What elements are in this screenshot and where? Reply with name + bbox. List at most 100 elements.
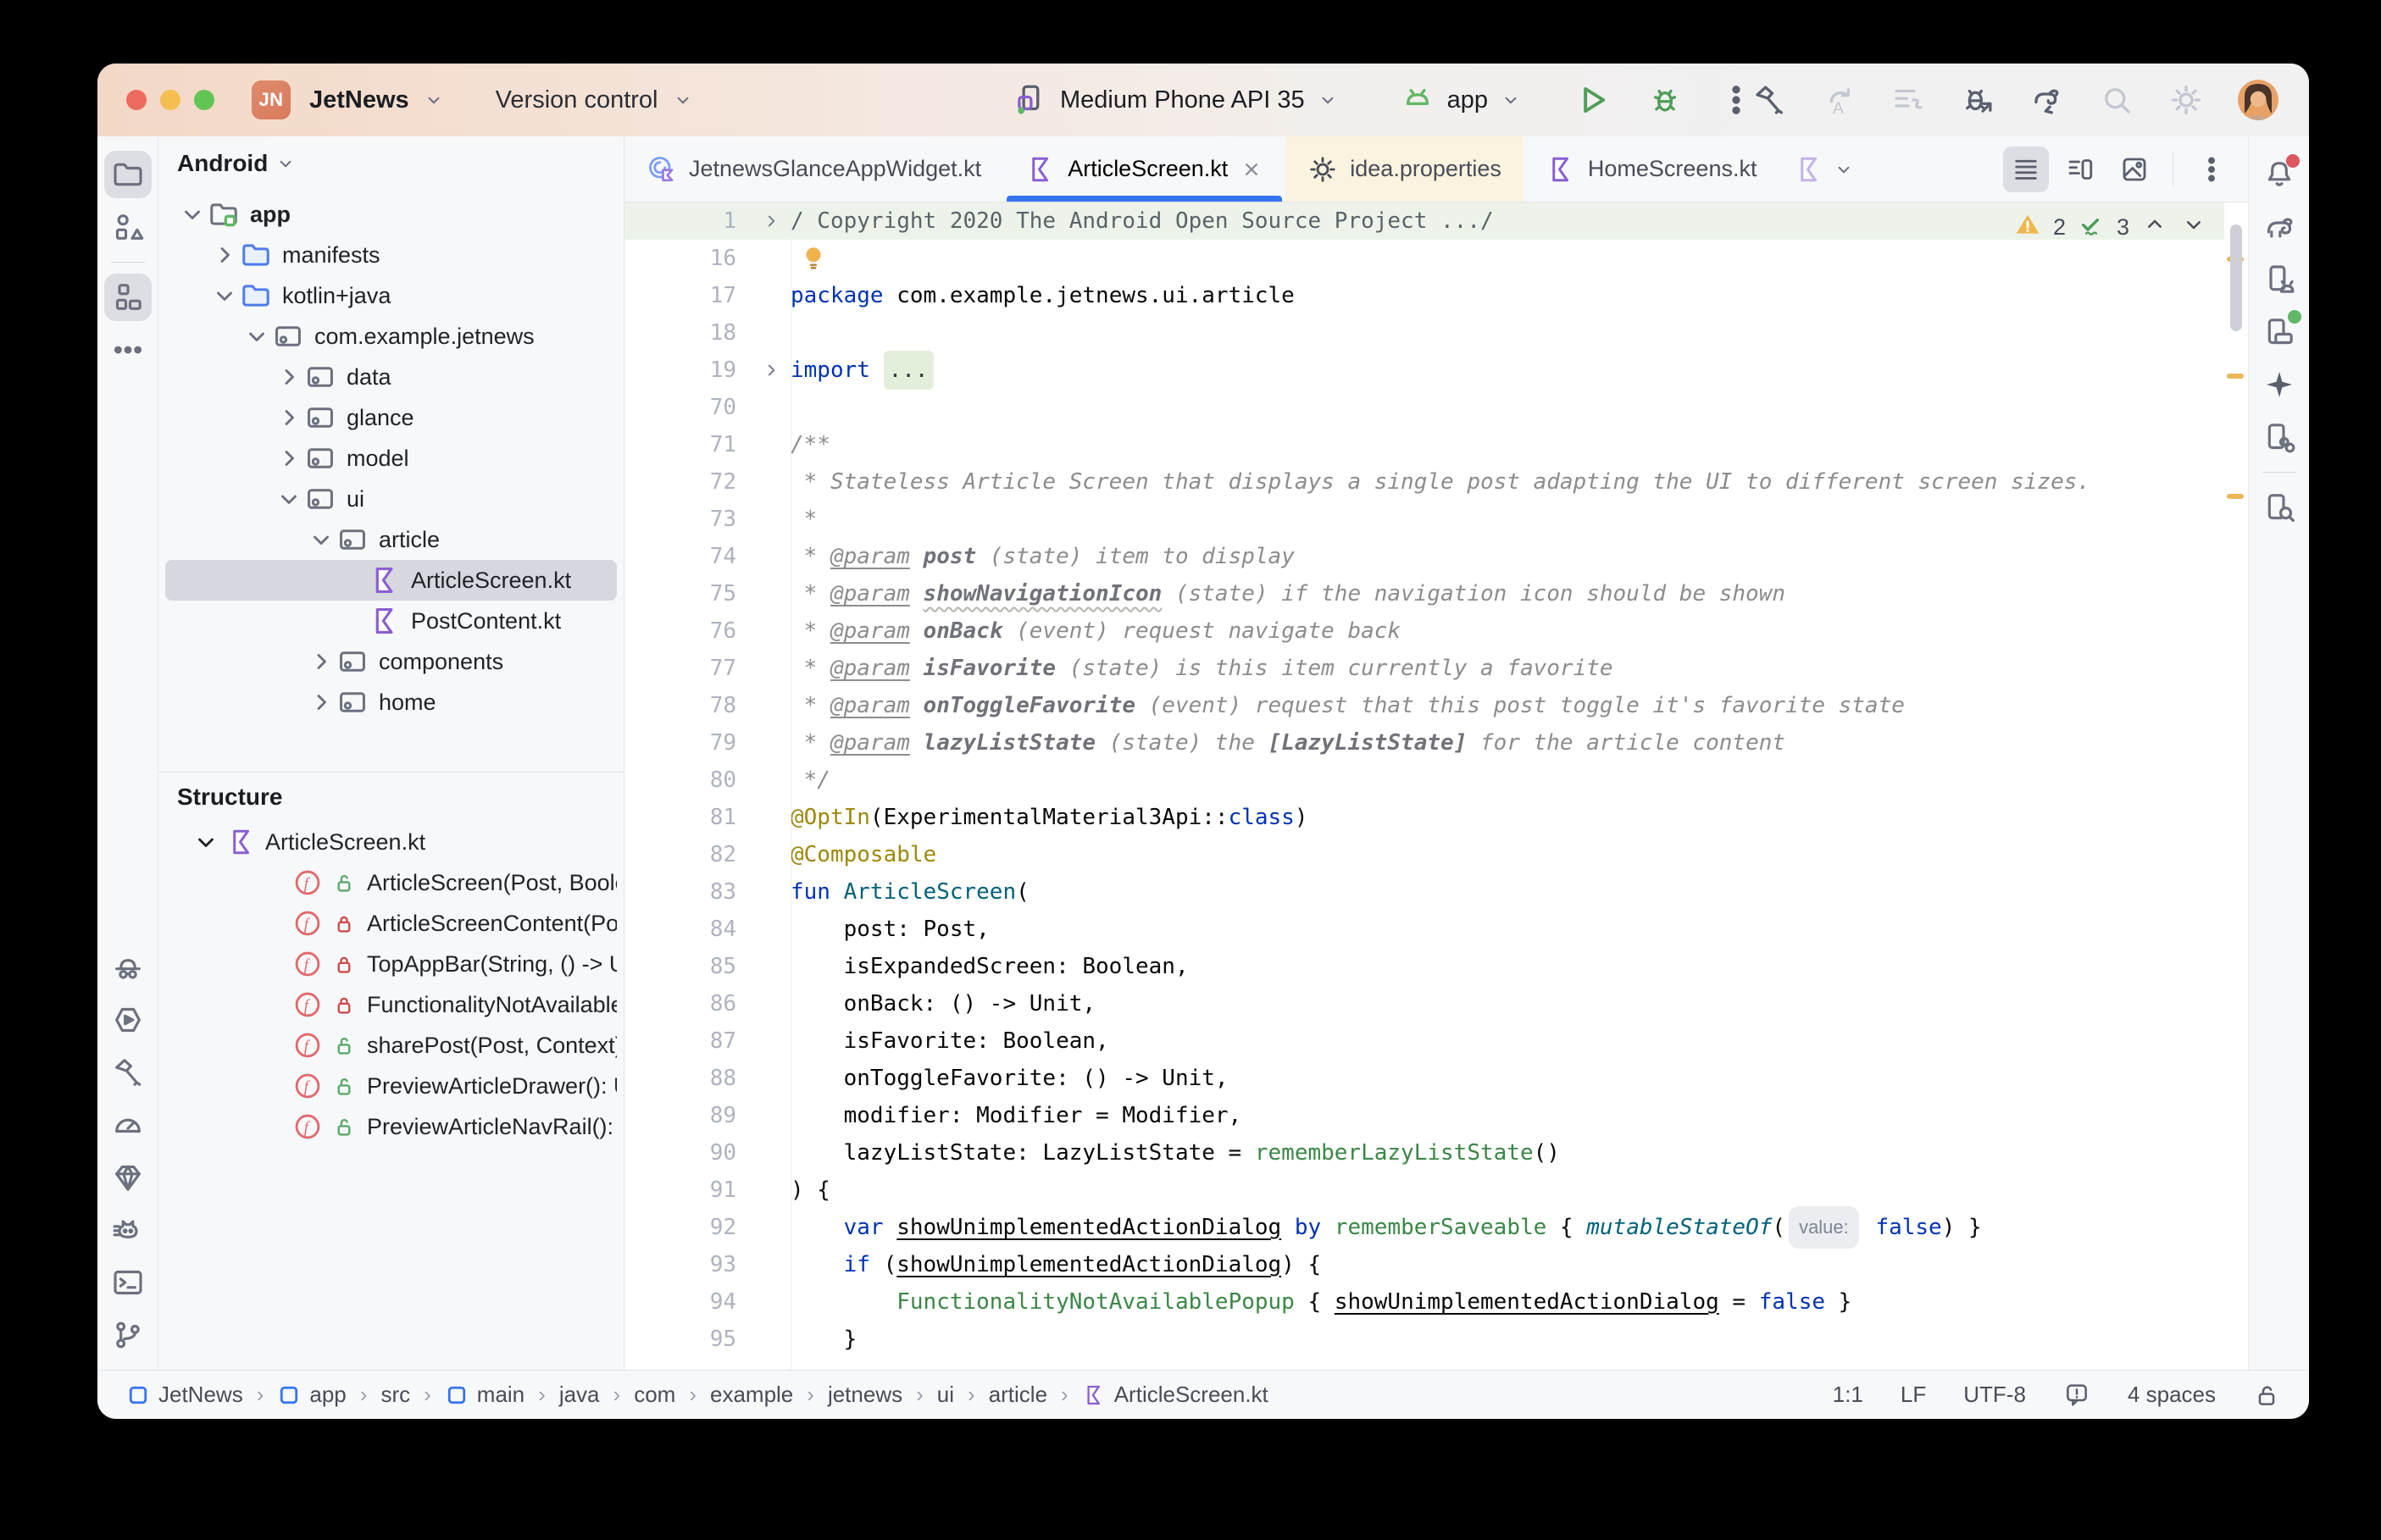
- tree-item-model[interactable]: model: [165, 438, 617, 479]
- tree-item-home[interactable]: home: [165, 682, 617, 723]
- breadcrumb-jetnews[interactable]: jetnews: [828, 1382, 902, 1408]
- build-hammer-button[interactable]: [104, 1049, 152, 1096]
- line-number[interactable]: 87: [624, 1022, 752, 1060]
- close-tab-icon[interactable]: [1240, 158, 1263, 181]
- layout-inspector-button[interactable]: [2256, 484, 2303, 531]
- code-line-82[interactable]: 82@Composable: [624, 836, 2224, 873]
- line-number[interactable]: 19: [624, 352, 752, 389]
- chevron-down-icon[interactable]: [672, 89, 694, 111]
- build-hammer-icon[interactable]: [1751, 82, 1787, 118]
- breadcrumb-src[interactable]: src: [380, 1382, 410, 1408]
- status-1-1[interactable]: 1:1: [1833, 1382, 1863, 1408]
- code-line-78[interactable]: 78 * @param onToggleFavorite (event) req…: [624, 687, 2224, 724]
- project-name[interactable]: JetNews: [309, 86, 409, 114]
- structure-item[interactable]: fPreviewArticleDrawer(): Unit: [165, 1066, 617, 1106]
- code-line-1[interactable]: 1/ Copyright 2020 The Android Open Sourc…: [624, 202, 2224, 240]
- tree-item-components[interactable]: components: [165, 641, 617, 682]
- line-number[interactable]: 17: [624, 277, 752, 314]
- code-editor[interactable]: 1/ Copyright 2020 The Android Open Sourc…: [624, 202, 2224, 1370]
- line-number[interactable]: 83: [624, 873, 752, 911]
- structure-item[interactable]: fPreviewArticleNavRail(): Unit: [165, 1106, 617, 1147]
- minimize-window-button[interactable]: [160, 90, 180, 110]
- warning-stripe-mark[interactable]: [2227, 374, 2244, 379]
- chevron-right-icon[interactable]: [274, 402, 304, 433]
- editor-tab-articlescreen-kt[interactable]: ArticleScreen.kt: [1003, 136, 1285, 202]
- device-manager-button[interactable]: [2256, 256, 2303, 303]
- line-number[interactable]: 94: [624, 1283, 752, 1321]
- tree-item-ui[interactable]: ui: [165, 479, 617, 519]
- split-view-button[interactable]: [2057, 147, 2103, 192]
- code-line-17[interactable]: 17package com.example.jetnews.ui.article: [624, 277, 2224, 314]
- code-line-84[interactable]: 84 post: Post,: [624, 911, 2224, 948]
- debug-button[interactable]: [1647, 82, 1683, 118]
- code-line-93[interactable]: 93 if (showUnimplementedActionDialog) {: [624, 1246, 2224, 1283]
- chevron-down-icon[interactable]: [1317, 89, 1339, 111]
- warnings-icon[interactable]: [2014, 211, 2041, 244]
- chevron-down-icon[interactable]: [306, 524, 336, 555]
- warning-bubble-icon[interactable]: [2063, 1382, 2090, 1409]
- running-devices-button[interactable]: [2256, 308, 2303, 356]
- line-number[interactable]: 84: [624, 911, 752, 948]
- line-number[interactable]: 77: [624, 650, 752, 687]
- gradle-sync-icon[interactable]: [2029, 82, 2065, 118]
- fold-chevron-icon[interactable]: [752, 210, 791, 232]
- fold-chevron-icon[interactable]: [752, 359, 791, 381]
- tree-item-app[interactable]: app: [165, 194, 617, 235]
- code-line-94[interactable]: 94 FunctionalityNotAvailablePopup { show…: [624, 1283, 2224, 1321]
- avatar[interactable]: [2238, 80, 2278, 120]
- line-number[interactable]: 82: [624, 836, 752, 873]
- code-line-90[interactable]: 90 lazyListState: LazyListState = rememb…: [624, 1134, 2224, 1172]
- terminal-button[interactable]: [104, 1259, 152, 1306]
- code-line-74[interactable]: 74 * @param post (state) item to display: [624, 538, 2224, 575]
- code-line-89[interactable]: 89 modifier: Modifier = Modifier,: [624, 1097, 2224, 1134]
- code-line-87[interactable]: 87 isFavorite: Boolean,: [624, 1022, 2224, 1060]
- structure-item[interactable]: fFunctionalityNotAvailablePop: [165, 984, 617, 1025]
- gradle-elephant-button[interactable]: [2256, 203, 2303, 251]
- refactor-icon[interactable]: A: [1821, 82, 1857, 118]
- tree-item-kotlin-java[interactable]: kotlin+java: [165, 275, 617, 316]
- code-line-73[interactable]: 73 *: [624, 501, 2224, 538]
- code-line-71[interactable]: 71/**: [624, 426, 2224, 463]
- line-number[interactable]: 86: [624, 985, 752, 1022]
- editor-options-kebab-icon[interactable]: [2189, 147, 2234, 192]
- project-view-selector[interactable]: Android: [177, 150, 268, 177]
- line-number[interactable]: 73: [624, 501, 752, 538]
- project-folder-button[interactable]: [104, 151, 152, 198]
- line-number[interactable]: 70: [624, 389, 752, 426]
- breadcrumb-main[interactable]: main: [445, 1382, 524, 1408]
- breadcrumb-ui[interactable]: ui: [937, 1382, 954, 1408]
- profiler-lines-icon[interactable]: [1890, 82, 1926, 118]
- code-line-75[interactable]: 75 * @param showNavigationIcon (state) i…: [624, 575, 2224, 612]
- code-line-95[interactable]: 95 }: [624, 1321, 2224, 1358]
- intention-lightbulb-icon[interactable]: [799, 244, 828, 273]
- next-problem-icon[interactable]: [2180, 211, 2207, 244]
- structure-item[interactable]: fTopAppBar(String, () -> Unit,: [165, 944, 617, 984]
- chevron-down-icon[interactable]: [209, 280, 240, 311]
- line-number[interactable]: 16: [624, 240, 752, 277]
- tree-item-postcontent-kt[interactable]: PostContent.kt: [165, 601, 617, 641]
- chevron-down-icon[interactable]: [241, 321, 272, 352]
- line-number[interactable]: 76: [624, 612, 752, 650]
- gemini-sparkle-button[interactable]: [2256, 361, 2303, 408]
- code-line-18[interactable]: 18: [624, 314, 2224, 352]
- previous-problem-icon[interactable]: [2141, 211, 2168, 244]
- notifications-bell-button[interactable]: [2256, 151, 2303, 198]
- warning-stripe-mark[interactable]: [2227, 494, 2244, 499]
- line-number[interactable]: 79: [624, 724, 752, 762]
- device-selector[interactable]: Medium Phone API 35: [1060, 86, 1305, 114]
- search-icon[interactable]: [2099, 82, 2134, 118]
- line-number[interactable]: 92: [624, 1209, 752, 1246]
- breadcrumb-articlescreen-kt[interactable]: ArticleScreen.kt: [1082, 1382, 1268, 1408]
- tree-item-article[interactable]: article: [165, 519, 617, 560]
- profiler-gauge-button[interactable]: [104, 1101, 152, 1149]
- chevron-right-icon[interactable]: [274, 443, 304, 474]
- structure-item[interactable]: fArticleScreenContent(Post, (): [165, 903, 617, 944]
- editor-tab-homescreens-kt[interactable]: HomeScreens.kt: [1524, 136, 1779, 202]
- line-number[interactable]: 80: [624, 762, 752, 799]
- more-horizontal-button[interactable]: [104, 326, 152, 374]
- chevron-right-icon[interactable]: [209, 240, 240, 270]
- tree-item-com-example-jetnews[interactable]: com.example.jetnews: [165, 316, 617, 357]
- editor-tab-idea-properties[interactable]: idea.properties: [1285, 136, 1524, 202]
- code-line-72[interactable]: 72 * Stateless Article Screen that displ…: [624, 463, 2224, 501]
- scrollbar-thumb[interactable]: [2230, 224, 2242, 331]
